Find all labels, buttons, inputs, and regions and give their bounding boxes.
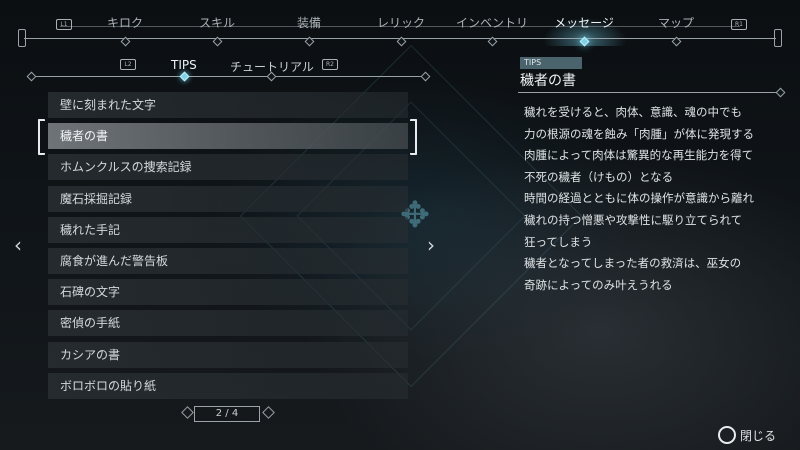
detail-divider-end (775, 87, 786, 98)
tab-label: インベントリ (455, 16, 528, 30)
description-line: 狂ってしまう (524, 234, 593, 249)
list-item[interactable]: ホムンクルスの捜索記録 (48, 154, 408, 181)
list-item[interactable]: カシアの書 (48, 341, 408, 368)
pager-left-cap (181, 406, 194, 419)
list-item[interactable]: ボロボロの貼り紙 (48, 372, 408, 399)
tab-message[interactable]: メッセージ (539, 14, 629, 47)
subtab-rail (30, 76, 425, 77)
l2-button-badge[interactable]: L2 (120, 59, 136, 70)
tab-equipment[interactable]: 装備 (264, 14, 354, 47)
message-list: 壁に刻まれた文字 穢者の書 ホムンクルスの捜索記録 魔石採掘記録 穢れた手記 腐… (38, 92, 417, 404)
page-right-arrow-icon[interactable]: › (427, 233, 435, 257)
list-item[interactable]: 石碑の文字 (48, 279, 408, 306)
list-item-label: 密偵の手紙 (60, 316, 121, 331)
detail-category-tag: TIPS (520, 57, 582, 69)
description-line: 穢れを受けると、肉体、意識、魂の中でも (524, 105, 743, 119)
r1-button-badge[interactable]: R1 (731, 19, 747, 30)
detail-title: 穢者の書 (520, 73, 576, 89)
subtab-indicator-active (179, 71, 190, 82)
description-line: 時間の経過とともに体の操作が意識から離れ (524, 191, 754, 206)
description-line: 奇跡によってのみ叶えうれる (524, 277, 673, 292)
circle-button-icon (718, 426, 736, 444)
selection-bracket-right (410, 119, 417, 156)
detail-description: 穢れを受けると、肉体、意識、魂の中でも 力の根源の魂を蝕み「肉腫」が体に発現する… (524, 102, 784, 296)
tab-map[interactable]: マップ (631, 14, 721, 47)
tab-label: マップ (657, 16, 694, 30)
selection-bracket-left (38, 119, 45, 156)
description-line: 不死の穢者（けもの）となる (524, 169, 674, 184)
subtab-tips[interactable]: TIPS (171, 58, 197, 72)
tab-skill[interactable]: スキル (172, 14, 262, 47)
tab-inventory[interactable]: インベントリ (447, 14, 537, 47)
list-item-label: カシアの書 (60, 347, 121, 362)
tab-label: キロク (106, 16, 143, 30)
description-line: 穢者となってしまった者の救済は、巫女の (524, 256, 742, 271)
list-item[interactable]: 腐食が進んだ警告板 (48, 247, 408, 274)
subtab-rail-left-end (26, 71, 37, 82)
list-item[interactable]: 密偵の手紙 (48, 310, 408, 337)
sub-tabs: L2 TIPS チュートリアル R2 (26, 55, 431, 82)
description-line: 肉腫によって肉体は驚異的な再生能力を得て (524, 148, 754, 163)
list-item-label: 壁に刻まれた文字 (60, 98, 157, 112)
top-navigation: L1 R1 キロク スキル 装備 レリック インベントリ メッセージ マップ (0, 0, 800, 50)
list-item[interactable]: 壁に刻まれた文字 (48, 92, 408, 118)
list-item-label: 穢れた手記 (60, 222, 121, 237)
detail-divider (518, 92, 780, 93)
r2-button-badge[interactable]: R2 (322, 59, 338, 70)
list-item-label: 腐食が進んだ警告板 (60, 253, 169, 268)
tab-label: レリック (376, 16, 425, 30)
tab-kiroku[interactable]: キロク (80, 14, 170, 47)
page-left-arrow-icon[interactable]: ‹ (14, 233, 22, 257)
list-item-label: ホムンクルスの捜索記録 (60, 160, 192, 175)
tab-label: メッセージ (554, 16, 614, 30)
tab-label: スキル (198, 16, 235, 30)
nav-rail-left-cap (18, 29, 26, 47)
pager-right-cap (262, 406, 275, 419)
list-item-label: 魔石採掘記録 (60, 191, 133, 206)
list-item[interactable]: 魔石採掘記録 (48, 185, 408, 212)
nav-rail-right-cap (774, 29, 782, 47)
close-label: 閉じる (740, 429, 777, 443)
description-line: 穢れの持つ憎悪や攻撃性に駆り立てられて (524, 212, 743, 227)
list-item-label: ボロボロの貼り紙 (60, 378, 157, 393)
tab-label: 装備 (296, 16, 321, 30)
list-item-label: 穢者の書 (60, 129, 109, 144)
page-indicator: 2 / 4 (180, 406, 276, 422)
description-line: 力の根源の魂を蝕み「肉腫」が体に発現する (524, 126, 754, 141)
list-item[interactable]: 穢れた手記 (48, 216, 408, 243)
list-item-label: 石碑の文字 (60, 285, 121, 300)
l1-button-badge[interactable]: L1 (56, 19, 72, 30)
page-number: 2 / 4 (194, 406, 260, 422)
list-item-selected[interactable]: 穢者の書 (38, 119, 417, 156)
tab-relic[interactable]: レリック (356, 14, 446, 47)
